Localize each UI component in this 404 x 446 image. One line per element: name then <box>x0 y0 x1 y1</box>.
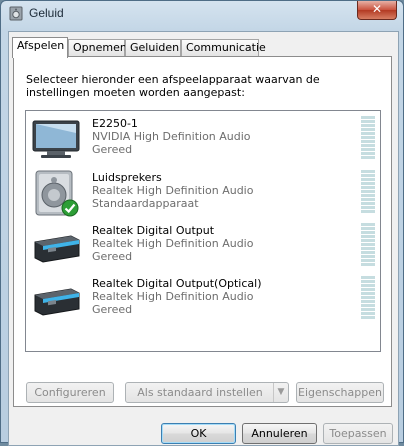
check-icon <box>61 199 79 217</box>
tab-communication[interactable]: Communicatie <box>181 39 266 56</box>
tab-recording[interactable]: Opnemen <box>68 39 127 56</box>
volume-meter <box>361 116 375 162</box>
configure-button[interactable]: Configureren <box>26 382 114 403</box>
apply-button[interactable]: Toepassen <box>323 423 393 444</box>
set-default-label: Als standaard instellen <box>137 386 263 399</box>
device-driver: Realtek High Definition Audio <box>92 290 254 303</box>
window-title: Geluid <box>29 6 64 20</box>
device-status: Gereed <box>92 303 133 316</box>
volume-meter <box>361 170 375 216</box>
tab-sounds[interactable]: Geluiden <box>125 39 181 56</box>
chevron-down-icon[interactable]: ▼ <box>273 383 288 402</box>
properties-button[interactable]: Eigenschappen <box>296 382 384 403</box>
device-status: Gereed <box>92 143 133 156</box>
device-status: Gereed <box>92 250 133 263</box>
playback-panel: Selecteer hieronder een afspeelapparaat … <box>13 56 392 407</box>
device-driver: Realtek High Definition Audio <box>92 237 254 250</box>
device-driver: Realtek High Definition Audio <box>92 184 254 197</box>
device-status: Standaardapparaat <box>92 197 199 210</box>
list-item[interactable]: Realtek Digital Output Realtek High Defi… <box>26 220 380 272</box>
device-list[interactable]: E2250-1 NVIDIA High Definition Audio Ger… <box>25 110 381 352</box>
set-default-button[interactable]: Als standaard instellen ▼ <box>125 382 289 403</box>
device-name: Realtek Digital Output(Optical) <box>92 277 262 290</box>
device-name: Luidsprekers <box>92 171 162 184</box>
dialog-client: Afspelen Opnemen Geluiden Communicatie S… <box>8 31 399 446</box>
volume-meter <box>361 276 375 322</box>
device-driver: NVIDIA High Definition Audio <box>92 130 251 143</box>
title-bar[interactable]: Geluid ✕ <box>1 1 403 25</box>
speaker-icon <box>9 6 23 21</box>
digital-output-icon <box>34 288 80 316</box>
list-item[interactable]: E2250-1 NVIDIA High Definition Audio Ger… <box>26 113 380 165</box>
tab-playback[interactable]: Afspelen <box>12 37 68 58</box>
monitor-icon <box>32 120 80 158</box>
panel-description: Selecteer hieronder een afspeelapparaat … <box>26 73 320 99</box>
list-item[interactable]: Realtek Digital Output(Optical) Realtek … <box>26 273 380 325</box>
cancel-button[interactable]: Annuleren <box>242 423 317 444</box>
device-name: Realtek Digital Output <box>92 224 215 237</box>
sound-dialog: Geluid ✕ Afspelen Opnemen Geluiden Commu… <box>0 0 404 446</box>
close-button[interactable]: ✕ <box>357 1 397 20</box>
digital-output-icon <box>34 235 80 263</box>
volume-meter <box>361 223 375 269</box>
ok-button[interactable]: OK <box>161 423 236 444</box>
list-item[interactable]: Luidsprekers Realtek High Definition Aud… <box>26 167 380 219</box>
device-name: E2250-1 <box>92 117 138 130</box>
